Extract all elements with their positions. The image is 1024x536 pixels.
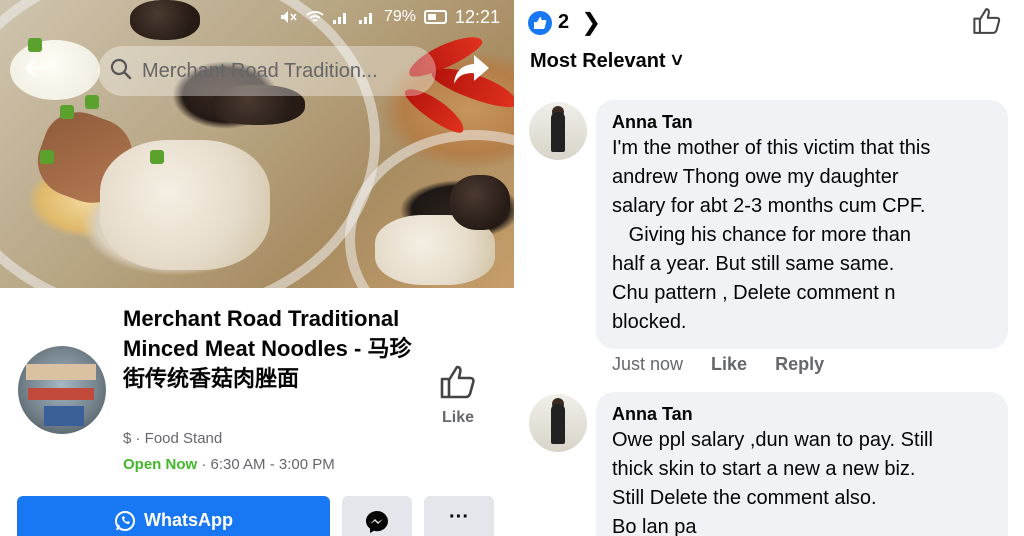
search-icon — [110, 58, 132, 85]
page-top-bar: Merchant Road Tradition... — [0, 42, 514, 102]
facebook-page-panel: 79% 12:21 Merchant Road Tradition... Mer… — [0, 0, 514, 536]
comment-reply-button[interactable]: Reply — [775, 354, 824, 375]
thumbs-up-outline-icon[interactable] — [972, 6, 1002, 41]
like-label: Like — [441, 409, 474, 426]
comment-bubble: Anna Tan I'm the mother of this victim t… — [596, 100, 1008, 349]
messenger-button[interactable] — [342, 496, 412, 536]
comment-text: I'm the mother of this victim that this … — [612, 137, 931, 333]
comment-bubble: Anna Tan Owe ppl salary ,dun wan to pay.… — [596, 392, 1008, 536]
page-category: $ · Food Stand — [123, 430, 223, 447]
comment-time: Just now — [612, 354, 684, 374]
comment-text: Owe ppl salary ,dun wan to pay. Still th… — [612, 429, 933, 536]
whatsapp-icon — [114, 510, 136, 536]
search-bar[interactable]: Merchant Road Tradition... — [98, 46, 436, 96]
page-hours: Open Now · 6:30 AM - 3:00 PM — [123, 456, 335, 473]
reactions-bar: 2 ❯ — [514, 0, 1024, 44]
page-title: Merchant Road Traditional Minced Meat No… — [123, 306, 412, 391]
commenter-avatar[interactable] — [529, 102, 587, 160]
comments-panel: 2 ❯ Most Relevant ˅ Anna Tan I'm the mot… — [514, 0, 1024, 536]
page-info-section: Merchant Road Traditional Minced Meat No… — [0, 288, 514, 536]
search-text: Merchant Road Tradition... — [142, 59, 378, 82]
battery-icon — [424, 10, 447, 24]
reaction-summary[interactable]: 2 ❯ — [528, 8, 601, 37]
whatsapp-label: WhatsApp — [144, 510, 233, 530]
clock-time: 12:21 — [454, 6, 500, 27]
like-reaction-icon — [528, 10, 552, 35]
page-avatar[interactable] — [18, 346, 106, 434]
whatsapp-button[interactable]: WhatsApp — [17, 496, 330, 536]
mute-icon — [280, 10, 298, 24]
signal-icon — [332, 10, 350, 24]
share-icon[interactable] — [452, 52, 492, 88]
messenger-icon — [365, 510, 389, 536]
battery-percent: 79% — [384, 8, 417, 25]
comment-author[interactable]: Anna Tan — [612, 402, 992, 426]
reaction-count: 2 — [558, 11, 570, 33]
status-bar: 79% 12:21 — [280, 0, 514, 34]
comment-author[interactable]: Anna Tan — [612, 110, 992, 134]
comment-like-button[interactable]: Like — [711, 354, 747, 375]
hours-text: · 6:30 AM - 3:00 PM — [197, 456, 335, 473]
comment-actions: Just now Like Reply — [612, 354, 824, 375]
page-like-button[interactable]: Like — [430, 364, 486, 427]
open-status: Open Now — [123, 456, 198, 473]
sort-dropdown[interactable]: Most Relevant ˅ — [530, 46, 683, 72]
wifi-icon — [306, 10, 324, 24]
commenter-avatar[interactable] — [529, 394, 587, 452]
back-arrow-icon[interactable] — [22, 54, 54, 86]
chevron-right-icon: ❯ — [581, 9, 602, 36]
more-options-button[interactable]: ··· — [424, 496, 494, 536]
signal-icon-2 — [358, 10, 376, 24]
thumbs-up-icon — [439, 365, 477, 404]
screenshot-composite: 79% 12:21 Merchant Road Tradition... Mer… — [0, 0, 1024, 536]
